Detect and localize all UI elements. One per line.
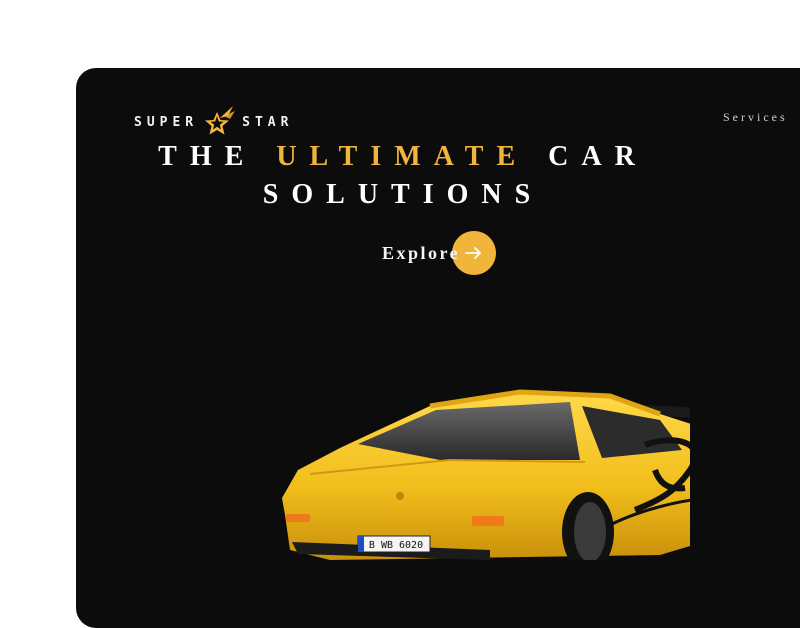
headline-word-car: CAR bbox=[548, 141, 648, 172]
headline-word-ultimate: ULTIMATE bbox=[276, 141, 529, 172]
brand-logo[interactable]: SUPER STAR bbox=[134, 102, 293, 142]
headline-word-solutions: SOLUTIONS bbox=[262, 179, 544, 210]
hero-car-image: B WB 6020 bbox=[282, 389, 690, 560]
brand-name-left: SUPER bbox=[134, 114, 199, 130]
license-plate-text: B WB 6020 bbox=[369, 540, 423, 551]
brand-name-right: STAR bbox=[242, 114, 294, 130]
headline-word-the: THE bbox=[158, 141, 257, 172]
explore-button[interactable]: Explore bbox=[382, 230, 497, 276]
shooting-star-icon bbox=[205, 106, 236, 135]
nav-services-link[interactable]: Services bbox=[723, 110, 788, 125]
arrow-right-icon bbox=[465, 247, 482, 259]
explore-label: Explore bbox=[382, 242, 461, 263]
hero-headline: THE ULTIMATE CAR SOLUTIONS bbox=[0, 138, 800, 214]
